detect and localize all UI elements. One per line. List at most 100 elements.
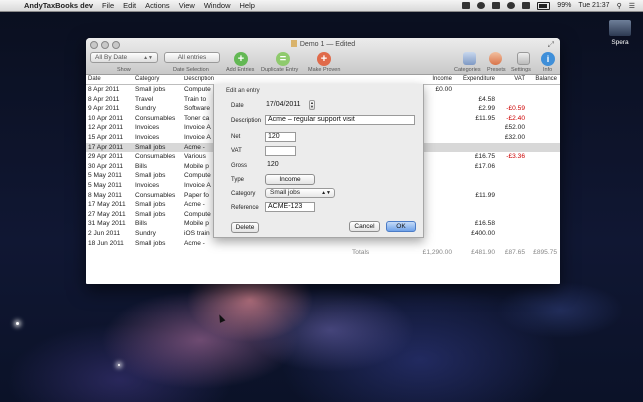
list-icon[interactable]: ☰	[629, 2, 635, 10]
categories-label: Categories	[454, 67, 481, 73]
cell-description: Compute	[184, 172, 211, 180]
col-date[interactable]: Date	[88, 76, 101, 82]
fullscreen-icon[interactable]: ⤢	[548, 40, 554, 50]
presets-icon[interactable]	[489, 52, 502, 65]
cell-date: 8 Apr 2011	[88, 95, 120, 103]
presets-label: Presets	[487, 67, 506, 73]
battery-percent: 99%	[557, 2, 572, 9]
menu-edit[interactable]: Edit	[123, 1, 136, 10]
cell-category: Sundry	[135, 229, 156, 237]
settings-icon[interactable]	[517, 52, 530, 65]
cell-category: Travel	[135, 95, 154, 103]
gross-label: Gross	[231, 163, 248, 169]
chevron-updown-icon: ▲▼	[321, 190, 331, 196]
cell-category: Small jobs	[135, 239, 166, 247]
search-icon[interactable]: ⚲	[617, 2, 622, 10]
col-expenditure[interactable]: Expenditure	[457, 76, 495, 82]
ok-button[interactable]: OK	[386, 221, 416, 232]
net-field[interactable]: 120	[265, 132, 296, 142]
categories-icon[interactable]	[463, 52, 476, 65]
cell-category: Small jobs	[135, 143, 166, 151]
desktop-drive[interactable]: Spera	[606, 20, 634, 46]
col-category[interactable]: Category	[135, 76, 159, 82]
cell-description: Mobile p	[184, 220, 209, 228]
cell-description: Mobile p	[184, 162, 209, 170]
time-machine-icon[interactable]	[477, 2, 486, 9]
desktop-drive-label: Spera	[611, 39, 629, 46]
description-field[interactable]: Acme – regular support visit	[265, 115, 415, 125]
menu-file[interactable]: File	[102, 1, 114, 10]
clock[interactable]: Tue 21:37	[578, 2, 609, 9]
date-field[interactable]: 17/04/2011	[266, 101, 301, 108]
menu-actions[interactable]: Actions	[145, 1, 170, 10]
volume-icon[interactable]	[522, 2, 531, 9]
cell-category: Consumables	[135, 114, 176, 122]
sort-select[interactable]: All By Date ▲▼	[90, 52, 158, 63]
add-entries-label: Add Entries	[226, 67, 255, 73]
cell-date: 8 Apr 2011	[88, 86, 120, 93]
cell-description: Acme -	[184, 201, 205, 209]
cell-category: Bills	[135, 162, 148, 170]
cell-date: 5 May 2011	[88, 172, 122, 180]
cell-expenditure: £2.99	[478, 105, 495, 113]
cell-description: Paper fo	[184, 191, 209, 199]
totals-row: Totals £1,290.00 £481.90 £87.65 £895.75	[86, 248, 560, 258]
cell-description: Invoice A	[184, 181, 211, 189]
cell-description: Acme -	[184, 239, 205, 247]
delete-button[interactable]: Delete	[231, 222, 259, 233]
battery-icon[interactable]	[537, 1, 551, 10]
cancel-button[interactable]: Cancel	[349, 221, 380, 232]
make-proven-label: Make Proven	[308, 67, 341, 73]
cell-expenditure: £400.00	[471, 229, 495, 237]
reference-field[interactable]: ACME-123	[265, 202, 315, 212]
cell-date: 8 May 2011	[88, 191, 122, 199]
menu-window[interactable]: Window	[204, 1, 231, 10]
cell-vat: £32.00	[504, 133, 525, 141]
net-label: Net	[231, 134, 241, 140]
cell-date: 10 Apr 2011	[88, 114, 124, 122]
cell-category: Small jobs	[135, 86, 166, 93]
star	[16, 322, 19, 325]
cell-vat: -£3.36	[506, 153, 525, 161]
cell-description: Train to	[184, 95, 207, 103]
col-description[interactable]: Description	[184, 76, 214, 82]
wifi-icon[interactable]	[507, 2, 516, 9]
table-row[interactable]: 18 Jun 2011 Small jobs Acme -	[86, 239, 560, 249]
cell-date: 2 Jun 2011	[88, 229, 121, 237]
col-vat[interactable]: VAT	[499, 76, 525, 82]
info-icon[interactable]: i	[541, 52, 555, 66]
cell-category: Invoices	[135, 181, 160, 189]
display-icon[interactable]	[462, 2, 471, 9]
col-balance[interactable]: Balance	[529, 76, 557, 82]
cell-description: Invoice A	[184, 124, 211, 132]
menu-view[interactable]: View	[179, 1, 195, 10]
vat-field[interactable]	[265, 146, 296, 156]
cell-category: Invoices	[135, 124, 160, 132]
make-proven-button[interactable]: +	[317, 52, 331, 66]
chevron-updown-icon: ▲▼	[143, 54, 153, 61]
cell-description: Acme -	[184, 143, 205, 151]
document-icon	[290, 40, 297, 47]
add-entries-button[interactable]: +	[234, 52, 248, 66]
duplicate-entry-button[interactable]: =	[276, 52, 290, 66]
type-button[interactable]: Income	[265, 174, 315, 185]
cell-date: 17 Apr 2011	[88, 143, 124, 151]
menu-help[interactable]: Help	[240, 1, 255, 10]
cell-date: 9 Apr 2011	[88, 105, 120, 113]
total-expenditure: £481.90	[471, 249, 495, 256]
edit-entry-sheet: Edit an entry Date 17/04/2011 ▲ ▼ Descrip…	[213, 84, 424, 238]
mouse-cursor	[216, 313, 226, 323]
menu-app[interactable]: AndyTaxBooks dev	[24, 1, 93, 10]
cell-category: Invoices	[135, 133, 160, 141]
window-title: Demo 1 — Edited	[86, 40, 560, 48]
filter-select[interactable]: All entries	[164, 52, 220, 63]
toolbar: Demo 1 — Edited ⤢ All By Date ▲▼ Show All…	[86, 38, 560, 75]
cell-date: 5 May 2011	[88, 181, 122, 189]
cell-category: Consumables	[135, 191, 176, 199]
cell-date: 15 Apr 2011	[88, 133, 124, 141]
date-stepper[interactable]: ▲ ▼	[309, 100, 315, 110]
category-select[interactable]: Small jobs ▲▼	[265, 188, 335, 198]
col-income[interactable]: Income	[416, 76, 452, 82]
description-label: Description	[231, 118, 262, 124]
bluetooth-icon[interactable]	[492, 2, 501, 9]
